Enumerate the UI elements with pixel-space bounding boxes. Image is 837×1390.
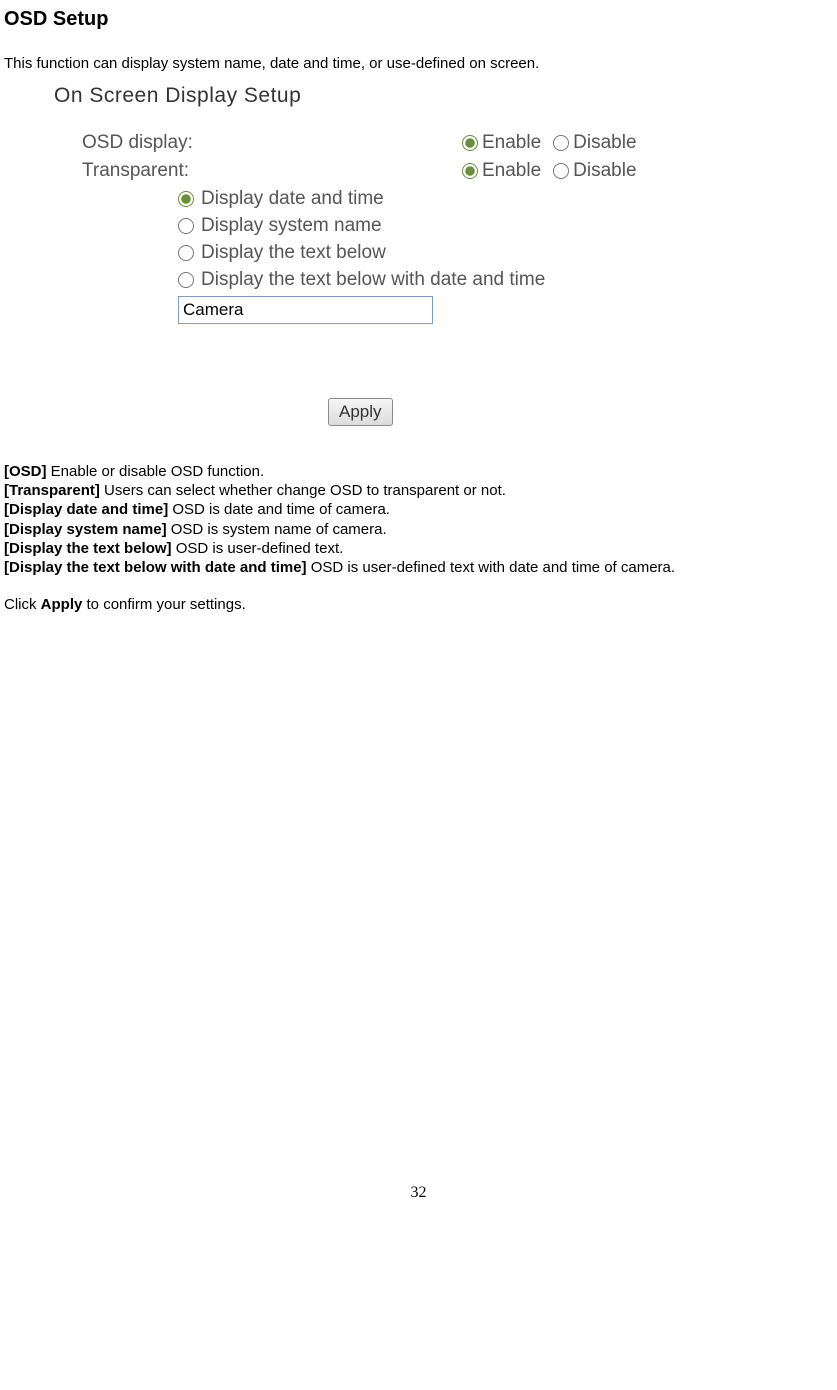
desc-transparent: [Transparent] Users can select whether c… xyxy=(4,481,833,500)
desc-text-below-text: OSD is user-defined text. xyxy=(176,540,344,557)
desc-system-name-text: OSD is system name of camera. xyxy=(171,521,387,538)
osd-display-disable-label: Disable xyxy=(573,132,636,154)
confirm-pre: Click xyxy=(4,596,41,613)
option-text-with-date-label: Display the text below with date and tim… xyxy=(201,269,545,291)
custom-text-wrap xyxy=(178,296,833,324)
option-date-time-label: Display date and time xyxy=(201,188,384,210)
option-text-below[interactable]: Display the text below xyxy=(178,242,833,264)
panel-header: On Screen Display Setup xyxy=(54,84,833,108)
desc-date-time-bold: [Display date and time] xyxy=(4,501,172,518)
desc-system-name: [Display system name] OSD is system name… xyxy=(4,520,833,539)
desc-text-date: [Display the text below with date and ti… xyxy=(4,558,833,577)
option-system-name[interactable]: Display system name xyxy=(178,215,833,237)
transparent-enable-label: Enable xyxy=(482,160,541,182)
desc-transparent-text: Users can select whether change OSD to t… xyxy=(104,482,506,499)
transparent-disable-option[interactable]: Disable xyxy=(553,160,636,182)
option-text-with-date-radio[interactable] xyxy=(178,272,194,288)
option-text-below-radio[interactable] xyxy=(178,245,194,261)
confirm-bold: Apply xyxy=(41,596,83,613)
option-text-with-date[interactable]: Display the text below with date and tim… xyxy=(178,269,833,291)
option-date-time-radio[interactable] xyxy=(178,191,194,207)
osd-display-enable-label: Enable xyxy=(482,132,541,154)
option-date-time[interactable]: Display date and time xyxy=(178,188,833,210)
desc-text-below: [Display the text below] OSD is user-def… xyxy=(4,539,833,558)
custom-text-input[interactable] xyxy=(178,296,433,324)
page-title: OSD Setup xyxy=(4,8,833,31)
option-system-name-label: Display system name xyxy=(201,215,382,237)
option-system-name-radio[interactable] xyxy=(178,218,194,234)
transparent-disable-label: Disable xyxy=(573,160,636,182)
desc-date-time-text: OSD is date and time of camera. xyxy=(172,501,390,518)
desc-date-time: [Display date and time] OSD is date and … xyxy=(4,500,833,519)
desc-text-below-bold: [Display the text below] xyxy=(4,540,176,557)
desc-osd-text: Enable or disable OSD function. xyxy=(51,463,264,480)
page-number: 32 xyxy=(4,1184,833,1202)
transparent-label: Transparent: xyxy=(54,160,462,182)
osd-display-label: OSD display: xyxy=(54,132,462,154)
desc-text-date-bold: [Display the text below with date and ti… xyxy=(4,559,311,576)
desc-system-name-bold: [Display system name] xyxy=(4,521,171,538)
confirm-post: to confirm your settings. xyxy=(82,596,245,613)
desc-osd-bold: [OSD] xyxy=(4,463,51,480)
description-block: [OSD] Enable or disable OSD function. [T… xyxy=(4,462,833,614)
apply-button[interactable]: Apply xyxy=(328,398,393,426)
osd-display-disable-option[interactable]: Disable xyxy=(553,132,636,154)
osd-display-row: OSD display: Enable Disable xyxy=(54,132,833,154)
option-text-below-label: Display the text below xyxy=(201,242,386,264)
transparent-enable-radio[interactable] xyxy=(462,163,478,179)
transparent-row: Transparent: Enable Disable xyxy=(54,160,833,182)
desc-transparent-bold: [Transparent] xyxy=(4,482,104,499)
intro-text: This function can display system name, d… xyxy=(4,55,833,72)
osd-display-enable-radio[interactable] xyxy=(462,135,478,151)
desc-text-date-text: OSD is user-defined text with date and t… xyxy=(311,559,675,576)
osd-display-enable-option[interactable]: Enable xyxy=(462,132,541,154)
transparent-disable-radio[interactable] xyxy=(553,163,569,179)
osd-display-disable-radio[interactable] xyxy=(553,135,569,151)
transparent-enable-option[interactable]: Enable xyxy=(462,160,541,182)
desc-osd: [OSD] Enable or disable OSD function. xyxy=(4,462,833,481)
confirm-line: Click Apply to confirm your settings. xyxy=(4,595,833,614)
osd-setup-panel: On Screen Display Setup OSD display: Ena… xyxy=(54,84,833,426)
display-mode-options: Display date and time Display system nam… xyxy=(54,188,833,291)
